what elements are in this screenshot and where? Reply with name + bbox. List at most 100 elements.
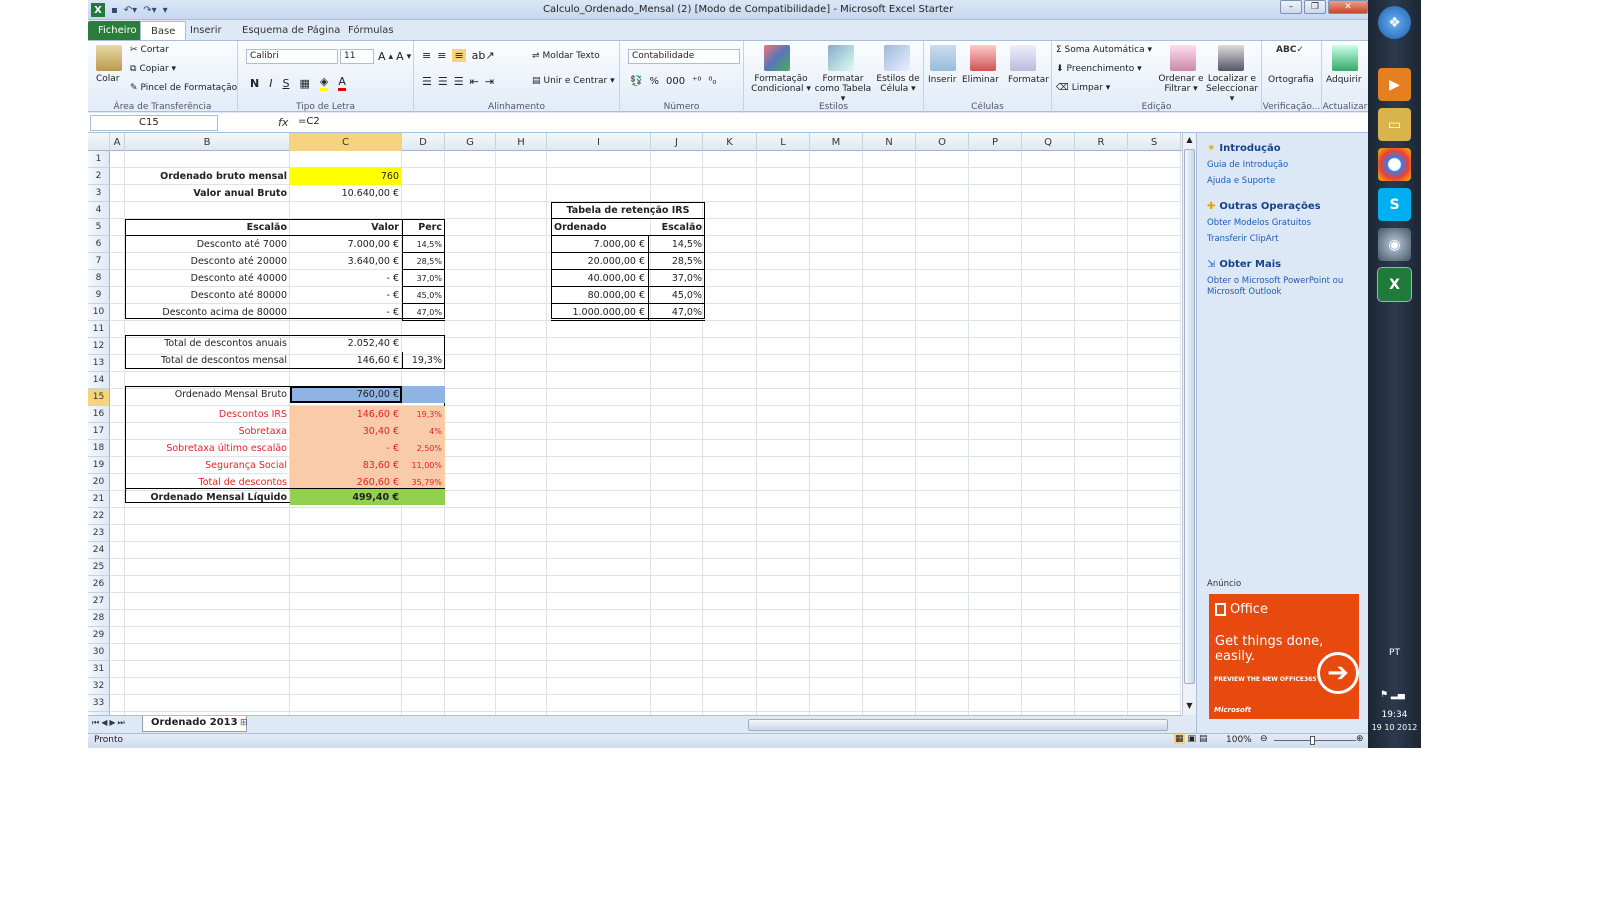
row-header-4[interactable]: 4 xyxy=(88,202,110,219)
horizontal-scrollbar[interactable] xyxy=(748,719,1168,731)
bold-icon[interactable]: N xyxy=(250,77,259,90)
spelling-icon[interactable]: ABC✓ xyxy=(1276,45,1304,55)
vertical-scrollbar[interactable]: ▲ ▼ xyxy=(1182,133,1196,715)
deduction-perc[interactable]: 4% xyxy=(402,423,445,440)
tab-file[interactable]: Ficheiro xyxy=(88,21,147,40)
cell-b12[interactable]: Total de descontos anuais xyxy=(125,335,290,352)
row-header-26[interactable]: 26 xyxy=(88,576,110,593)
scroll-thumb[interactable] xyxy=(1184,149,1195,684)
deduction-value[interactable]: 83,60 € xyxy=(290,457,402,474)
increase-decimal-icon[interactable]: ⁺⁰ xyxy=(692,76,701,87)
skype-icon[interactable]: S xyxy=(1378,188,1411,221)
sort-filter-button[interactable]: Ordenar e Filtrar ▾ xyxy=(1156,74,1206,94)
cell-c3[interactable]: 10.640,00 € xyxy=(290,185,402,202)
irs-table-title[interactable]: Tabela de retenção IRS xyxy=(551,202,705,219)
row-header-10[interactable]: 10 xyxy=(88,304,110,321)
link-get-office-1[interactable]: Obter o Microsoft PowerPoint ou xyxy=(1207,276,1343,286)
undo-icon[interactable]: ↶▾ xyxy=(124,5,137,16)
fx-icon[interactable]: fx xyxy=(278,116,288,129)
redo-icon[interactable]: ↷▾ xyxy=(143,5,156,16)
row-header-19[interactable]: 19 xyxy=(88,457,110,474)
currency-icon[interactable]: 💱 xyxy=(630,76,642,87)
bracket-value[interactable]: - € xyxy=(290,287,402,304)
cell-b13[interactable]: Total de descontos mensal xyxy=(125,352,290,369)
column-header-h[interactable]: H xyxy=(496,133,547,151)
zoom-slider-thumb[interactable] xyxy=(1310,736,1315,745)
deduction-value[interactable]: 30,40 € xyxy=(290,423,402,440)
bracket-label[interactable]: Desconto até 7000 xyxy=(125,236,290,253)
align-bottom-icon[interactable]: ≡ xyxy=(452,49,466,62)
bracket-perc[interactable]: 14,5% xyxy=(402,236,445,253)
row-header-3[interactable]: 3 xyxy=(88,185,110,202)
conditional-format-icon[interactable] xyxy=(764,45,790,71)
bracket-perc[interactable]: 47,0% xyxy=(402,304,445,321)
link-getting-started[interactable]: Guia de Introdução xyxy=(1207,160,1288,170)
language-indicator[interactable]: PT xyxy=(1368,648,1421,658)
row-header-2[interactable]: 2 xyxy=(88,168,110,185)
decrease-decimal-icon[interactable]: ⁰₀ xyxy=(708,76,716,87)
insert-sheet-icon[interactable]: ⊞ xyxy=(240,718,248,728)
cell-b15[interactable]: Ordenado Mensal Bruto xyxy=(125,386,290,403)
zoom-out-icon[interactable]: ⊖ xyxy=(1260,734,1268,744)
row-header-25[interactable]: 25 xyxy=(88,559,110,576)
deduction-perc[interactable]: 11,00% xyxy=(402,457,445,474)
bracket-perc[interactable]: 28,5% xyxy=(402,253,445,270)
decrease-indent-icon[interactable]: ⇤ xyxy=(470,75,479,88)
row-header-30[interactable]: 30 xyxy=(88,644,110,661)
font-size-combo[interactable]: 11 xyxy=(340,49,374,64)
delete-cells-icon[interactable] xyxy=(970,45,996,71)
font-color-icon[interactable]: A xyxy=(338,75,346,91)
column-header-n[interactable]: N xyxy=(863,133,916,151)
minimize-button[interactable]: – xyxy=(1280,0,1302,14)
link-clipart[interactable]: Transferir ClipArt xyxy=(1207,234,1278,244)
fill-color-icon[interactable]: ◈ xyxy=(319,75,329,91)
row-header-24[interactable]: 24 xyxy=(88,542,110,559)
irs-header-escalao[interactable]: Escalão xyxy=(648,219,705,236)
underline-icon[interactable]: S xyxy=(282,77,289,90)
cell-c2[interactable]: 760 xyxy=(290,168,402,185)
increase-indent-icon[interactable]: ⇥ xyxy=(485,75,494,88)
align-top-icon[interactable]: ≡ xyxy=(422,49,431,62)
row-header-8[interactable]: 8 xyxy=(88,270,110,287)
cell-styles-icon[interactable] xyxy=(884,45,910,71)
cell-c15-selected[interactable]: 760,00 € xyxy=(290,386,402,403)
clock-date[interactable]: 19 10 2012 xyxy=(1368,723,1421,732)
copy-button[interactable]: ⧉ Copiar ▾ xyxy=(130,64,176,74)
cell-c21[interactable]: 499,40 € xyxy=(290,488,402,505)
excel-taskbar-icon[interactable]: X xyxy=(1377,267,1412,302)
clock-time[interactable]: 19:34 xyxy=(1368,710,1421,720)
column-header-j[interactable]: J xyxy=(651,133,703,151)
row-header-17[interactable]: 17 xyxy=(88,423,110,440)
column-header-r[interactable]: R xyxy=(1075,133,1128,151)
deduction-perc[interactable]: 19,3% xyxy=(402,406,445,423)
column-header-q[interactable]: Q xyxy=(1022,133,1075,151)
row-header-14[interactable]: 14 xyxy=(88,372,110,389)
deduction-label[interactable]: Descontos IRS xyxy=(125,406,290,423)
column-header-k[interactable]: K xyxy=(703,133,757,151)
cell-d21[interactable] xyxy=(402,488,445,505)
customize-qat-icon[interactable]: ▾ xyxy=(163,5,168,16)
bracket-label[interactable]: Desconto até 80000 xyxy=(125,287,290,304)
row-header-32[interactable]: 32 xyxy=(88,678,110,695)
bracket-label[interactable]: Desconto acima de 80000 xyxy=(125,304,290,321)
orientation-icon[interactable]: ab↗ xyxy=(472,49,495,62)
row-header-9[interactable]: 9 xyxy=(88,287,110,304)
row-header-12[interactable]: 12 xyxy=(88,338,110,355)
align-left-icon[interactable]: ☰ xyxy=(422,75,432,88)
link-get-office-2[interactable]: Microsoft Outlook xyxy=(1207,287,1281,297)
tray-icons[interactable]: ⚑ ▂▄ xyxy=(1380,690,1405,700)
deduction-perc[interactable]: 2,50% xyxy=(402,440,445,457)
deduction-value[interactable]: 146,60 € xyxy=(290,406,402,423)
row-header-7[interactable]: 7 xyxy=(88,253,110,270)
purchase-button[interactable]: Adquirir xyxy=(1326,75,1362,85)
row-header-1[interactable]: 1 xyxy=(88,151,110,168)
column-header-l[interactable]: L xyxy=(757,133,810,151)
align-center-icon[interactable]: ☰ xyxy=(438,75,448,88)
worksheet-grid[interactable]: ABCDGHIJKLMNOPQRS 1 2 3 4 5 6 7 8 9 10 11 12 13 14 15 1… xyxy=(88,133,1182,715)
tab-insert[interactable]: Inserir xyxy=(180,21,232,40)
italic-icon[interactable]: I xyxy=(269,77,272,90)
paste-button[interactable]: Colar xyxy=(96,74,120,84)
irs-ordenado[interactable]: 20.000,00 € xyxy=(551,253,648,270)
row-header-16[interactable]: 16 xyxy=(88,406,110,423)
scroll-down-icon[interactable]: ▼ xyxy=(1184,701,1195,713)
